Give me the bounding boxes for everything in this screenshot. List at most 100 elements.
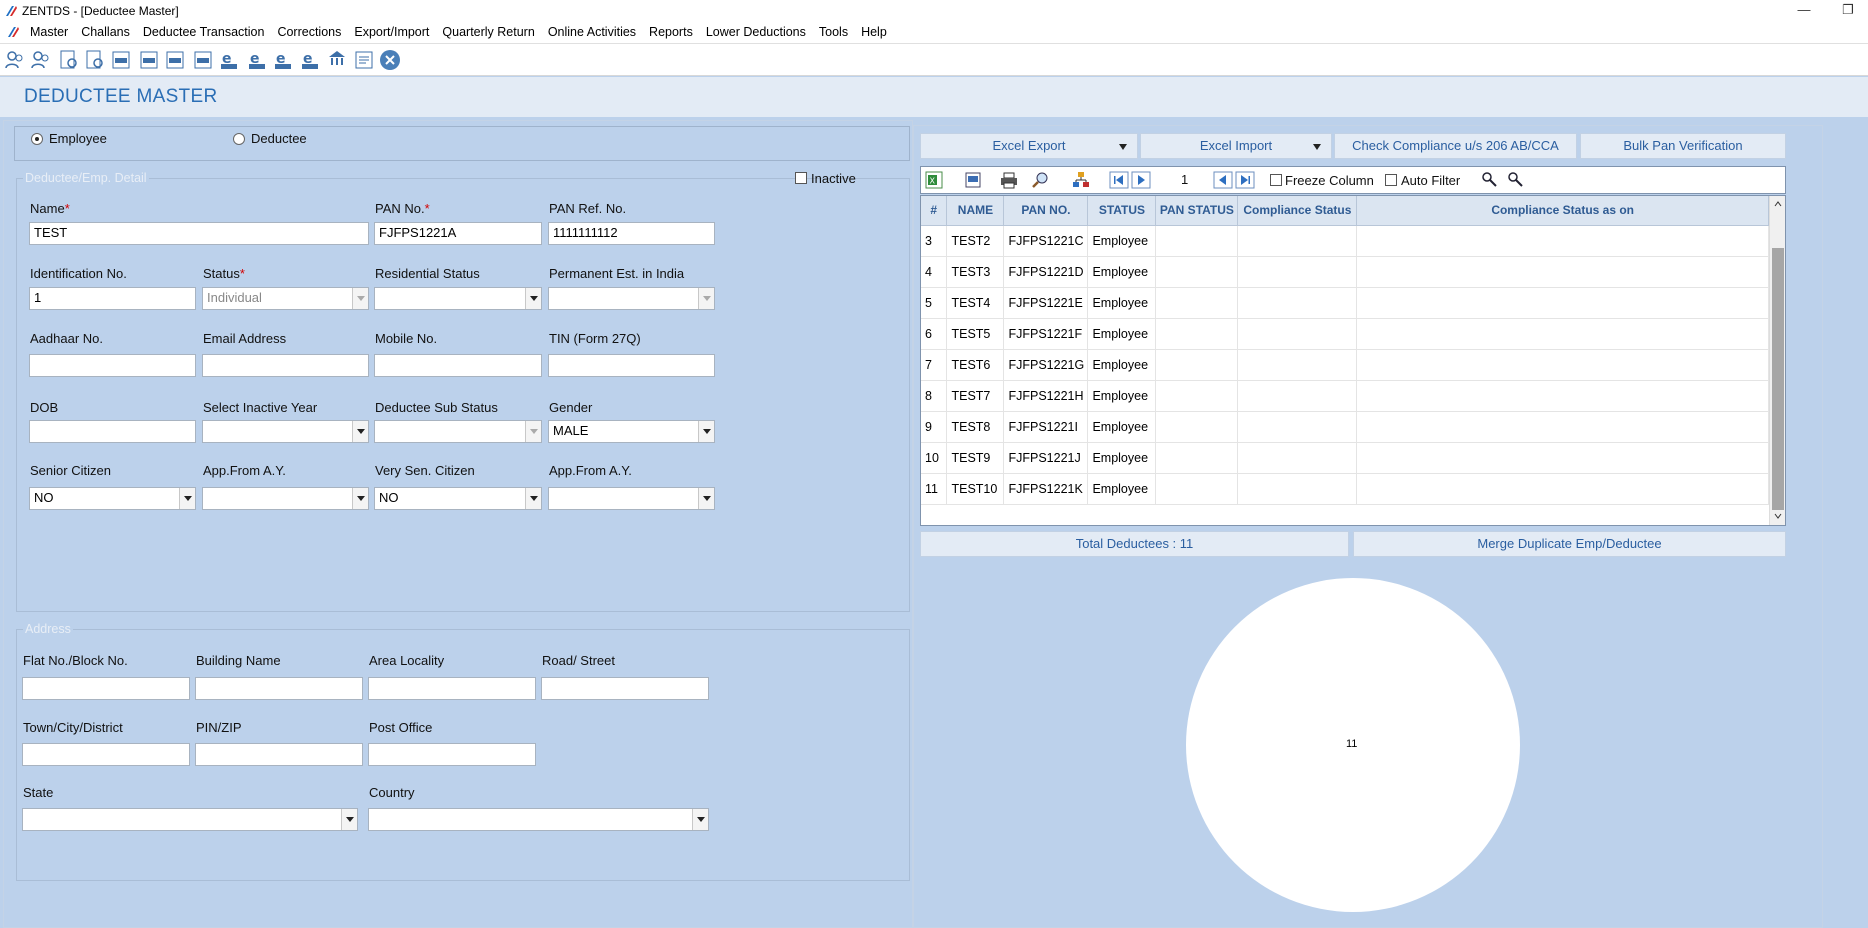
- area-input[interactable]: [368, 677, 536, 700]
- user-doc-icon[interactable]: [58, 49, 80, 71]
- pie-slice-label: 11: [1346, 738, 1358, 750]
- column-header[interactable]: PAN NO.: [1003, 196, 1089, 226]
- excel-export-button[interactable]: Excel Export: [920, 133, 1138, 159]
- csv-icon[interactable]: [963, 170, 983, 190]
- menu-item-deductee-transaction[interactable]: Deductee Transaction: [143, 25, 265, 39]
- menu-item-lower-deductions[interactable]: Lower Deductions: [706, 25, 806, 39]
- aadhaar-input[interactable]: [29, 354, 196, 377]
- column-header[interactable]: STATUS: [1087, 196, 1157, 226]
- pin-input[interactable]: [195, 743, 363, 766]
- column-header[interactable]: #: [921, 196, 948, 226]
- grid-scrollbar[interactable]: [1769, 196, 1785, 525]
- last-page-icon[interactable]: [1235, 170, 1255, 190]
- verysenior-select[interactable]: NO: [374, 487, 542, 510]
- menu-item-export-import[interactable]: Export/Import: [354, 25, 429, 39]
- post-input[interactable]: [368, 743, 536, 766]
- form-26q-icon[interactable]: [138, 49, 160, 71]
- search-icon[interactable]: [1031, 170, 1051, 190]
- table-row[interactable]: 5 TEST4 FJFPS1221E Employee: [921, 287, 1769, 319]
- building-input[interactable]: [195, 677, 363, 700]
- minimize-button[interactable]: —: [1794, 2, 1814, 17]
- column-header[interactable]: PAN STATUS: [1155, 196, 1239, 226]
- table-row[interactable]: 11 TEST10 FJFPS1221K Employee: [921, 473, 1769, 505]
- table-row[interactable]: 4 TEST3 FJFPS1221D Employee: [921, 256, 1769, 288]
- check-compliance-button[interactable]: Check Compliance u/s 206 AB/CCA: [1334, 133, 1577, 159]
- dob-input[interactable]: [29, 420, 196, 443]
- appfrom2-select[interactable]: [548, 487, 715, 510]
- first-page-icon[interactable]: [1109, 170, 1129, 190]
- table-row[interactable]: 7 TEST6 FJFPS1221G Employee: [921, 349, 1769, 381]
- menu-item-challans[interactable]: Challans: [81, 25, 130, 39]
- print-icon[interactable]: [999, 170, 1019, 190]
- table-cell: TEST4: [946, 287, 1005, 319]
- hierarchy-icon[interactable]: [1071, 170, 1091, 190]
- form-24q-icon[interactable]: [110, 49, 132, 71]
- email-input[interactable]: [202, 354, 369, 377]
- inactiveyear-select[interactable]: [202, 420, 369, 443]
- tds-icon[interactable]: [326, 49, 348, 71]
- scroll-thumb[interactable]: [1772, 248, 1784, 510]
- deductee-radio[interactable]: [233, 133, 245, 145]
- menu-item-tools[interactable]: Tools: [819, 25, 848, 39]
- menu-item-quarterly-return[interactable]: Quarterly Return: [442, 25, 534, 39]
- employee-radio[interactable]: [31, 133, 43, 145]
- town-input[interactable]: [22, 743, 190, 766]
- auto-filter-checkbox[interactable]: [1385, 174, 1397, 186]
- column-header[interactable]: NAME: [946, 196, 1005, 226]
- user-search-2-icon[interactable]: [1505, 170, 1525, 190]
- column-header[interactable]: Compliance Status: [1237, 196, 1358, 226]
- table-row[interactable]: 6 TEST5 FJFPS1221F Employee: [921, 318, 1769, 350]
- gender-select[interactable]: MALE: [548, 420, 715, 443]
- table-row[interactable]: 8 TEST7 FJFPS1221H Employee: [921, 380, 1769, 412]
- menu-item-online-activities[interactable]: Online Activities: [548, 25, 636, 39]
- table-row[interactable]: 10 TEST9 FJFPS1221J Employee: [921, 442, 1769, 474]
- form-27eq-icon[interactable]: [192, 49, 214, 71]
- users-icon[interactable]: [4, 49, 26, 71]
- e-27q-icon[interactable]: e: [272, 49, 294, 71]
- road-input[interactable]: [541, 677, 709, 700]
- form-27q-icon[interactable]: [164, 49, 186, 71]
- menu-item-help[interactable]: Help: [861, 25, 887, 39]
- name-input[interactable]: TEST: [29, 222, 369, 245]
- appfrom1-select[interactable]: [202, 487, 369, 510]
- inactive-checkbox[interactable]: [795, 172, 807, 184]
- pan-input[interactable]: FJFPS1221A: [374, 222, 542, 245]
- menu-list: Master Challans Deductee Transaction Correc…: [30, 25, 900, 39]
- table-row[interactable]: 9 TEST8 FJFPS1221I Employee: [921, 411, 1769, 443]
- e-27eq-icon[interactable]: e: [299, 49, 321, 71]
- scroll-down-icon[interactable]: [1774, 512, 1782, 520]
- menu-item-reports[interactable]: Reports: [649, 25, 693, 39]
- freeze-column-checkbox[interactable]: [1270, 174, 1282, 186]
- panref-input[interactable]: 1111111112: [548, 222, 715, 245]
- excel-import-button[interactable]: Excel Import: [1140, 133, 1332, 159]
- permest-select[interactable]: [548, 287, 715, 310]
- user-search-icon[interactable]: [1479, 170, 1499, 190]
- country-select[interactable]: [368, 808, 709, 831]
- next-icon[interactable]: [1131, 170, 1151, 190]
- scroll-up-icon[interactable]: [1774, 200, 1782, 208]
- status-select[interactable]: Individual: [202, 287, 369, 310]
- resstatus-select[interactable]: [374, 287, 542, 310]
- restore-button[interactable]: ❐: [1838, 2, 1858, 18]
- menu-item-master[interactable]: Master: [30, 25, 68, 39]
- user-doc-2-icon[interactable]: [84, 49, 106, 71]
- table-row[interactable]: 3 TEST2 FJFPS1221C Employee: [921, 225, 1769, 257]
- report-icon[interactable]: [353, 49, 375, 71]
- state-select[interactable]: [22, 808, 358, 831]
- menu-item-corrections[interactable]: Corrections: [277, 25, 341, 39]
- close-icon[interactable]: [379, 49, 401, 71]
- bulk-pan-button[interactable]: Bulk Pan Verification: [1580, 133, 1786, 159]
- excel-icon[interactable]: X: [924, 170, 944, 190]
- e-24q-icon[interactable]: e: [218, 49, 240, 71]
- mobile-input[interactable]: [374, 354, 542, 377]
- substatus-select[interactable]: [374, 420, 542, 443]
- column-header[interactable]: Compliance Status as on: [1356, 196, 1769, 226]
- group-icon[interactable]: [30, 49, 52, 71]
- senior-select[interactable]: NO: [29, 487, 196, 510]
- flat-input[interactable]: [22, 677, 190, 700]
- previous-icon[interactable]: [1213, 170, 1233, 190]
- e-26q-icon[interactable]: e: [246, 49, 268, 71]
- merge-duplicate-button[interactable]: Merge Duplicate Emp/Deductee: [1353, 531, 1786, 557]
- tin-input[interactable]: [548, 354, 715, 377]
- idno-input[interactable]: 1: [29, 287, 196, 310]
